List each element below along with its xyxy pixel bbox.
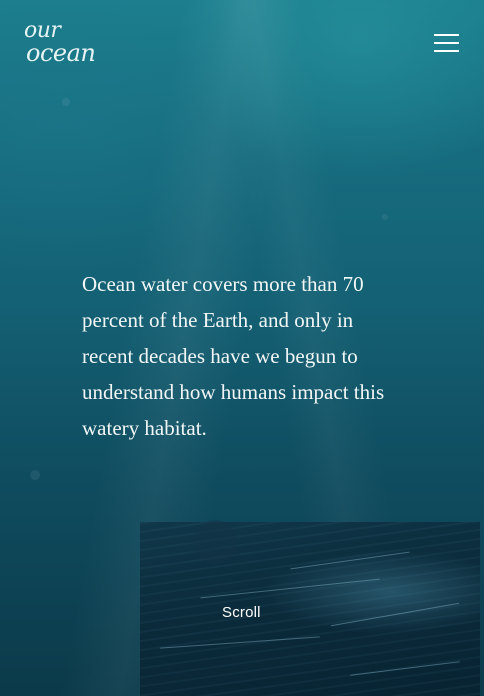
- wave-highlight: [350, 661, 460, 676]
- decorative-circle: [193, 520, 237, 564]
- intro-text: Ocean water covers more than 70 percent …: [82, 272, 385, 440]
- wave-highlight: [160, 636, 320, 649]
- wave-highlight: [200, 578, 380, 599]
- wave-highlight: [290, 551, 410, 570]
- menu-button[interactable]: [434, 34, 460, 52]
- wave-highlight: [330, 602, 460, 627]
- bubble: [62, 98, 70, 106]
- site-logo[interactable]: our ocean: [24, 20, 104, 74]
- hamburger-menu-icon-line: [434, 42, 459, 44]
- scroll-link[interactable]: Scroll: [222, 604, 261, 621]
- ocean-photo: [140, 522, 480, 696]
- hamburger-menu-icon: [434, 34, 459, 36]
- logo-line-2: ocean: [26, 39, 96, 67]
- bubble: [30, 470, 40, 480]
- bubble: [382, 214, 388, 220]
- hamburger-menu-icon-line: [434, 50, 459, 52]
